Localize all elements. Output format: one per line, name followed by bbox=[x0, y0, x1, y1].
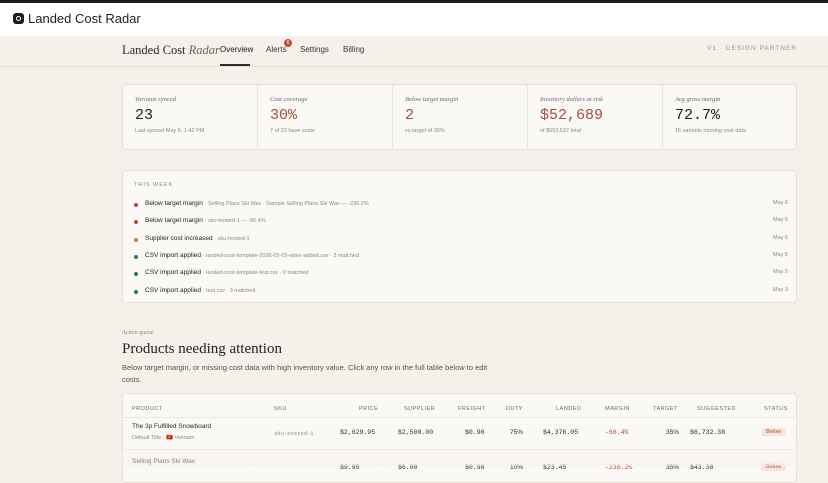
window-titlebar: Landed Cost Radar bbox=[0, 0, 828, 36]
activity-item[interactable]: Below target margin · sku-hosted-1 — -86… bbox=[134, 217, 788, 229]
column-header-supplier[interactable]: SUPPLIER bbox=[404, 406, 435, 412]
status-dot-icon bbox=[134, 238, 138, 242]
activity-text: CSV import applied · landed-cost-templat… bbox=[145, 252, 360, 259]
section-heading: THIS WEEK bbox=[134, 182, 174, 188]
column-header-sku[interactable]: SKU bbox=[274, 406, 287, 412]
sku-cell: sku-hosted-1 bbox=[274, 430, 314, 437]
activity-date: May 5 bbox=[773, 252, 788, 258]
window-title: Landed Cost Radar bbox=[28, 11, 141, 26]
status-dot-icon bbox=[134, 290, 138, 294]
stat-dollars-at-risk: Inventory dollars at risk $52,689 of $55… bbox=[527, 85, 662, 149]
tab-alerts[interactable]: Alerts bbox=[266, 45, 286, 54]
landed-cell: $4,376.05 bbox=[543, 429, 579, 436]
tab-settings[interactable]: Settings bbox=[300, 45, 329, 54]
activity-date: May 6 bbox=[773, 235, 788, 241]
stat-value: 30% bbox=[270, 107, 298, 124]
status-dot-icon bbox=[134, 272, 138, 276]
column-header-price[interactable]: PRICE bbox=[359, 406, 378, 412]
supplier-cell: $2,500.00 bbox=[398, 429, 434, 436]
activity-date: May 5 bbox=[773, 269, 788, 275]
section-kicker: Action queue bbox=[122, 330, 154, 336]
margin-cell: -66.4% bbox=[605, 429, 629, 436]
status-badge: Below bbox=[761, 428, 786, 436]
row-divider bbox=[123, 449, 795, 450]
freight-cell: $0.90 bbox=[465, 464, 485, 471]
price-cell: $9.95 bbox=[340, 464, 360, 471]
stat-label: Variants synced bbox=[135, 96, 176, 103]
tab-overview[interactable]: Overview bbox=[220, 45, 253, 54]
status-badge: Below bbox=[761, 463, 786, 471]
stat-value: 2 bbox=[405, 107, 415, 124]
product-name: The 3p Fulfilled Snowboard bbox=[132, 423, 212, 430]
column-header-status[interactable]: STATUS bbox=[764, 406, 788, 412]
section-title: Products needing attention bbox=[122, 341, 282, 357]
stat-value: 23 bbox=[135, 107, 154, 124]
main-nav: Landed Cost Radar Overview Alerts 6 Sett… bbox=[0, 36, 828, 66]
stat-variants-synced: Variants synced 23 Last synced May 6, 1:… bbox=[123, 85, 257, 149]
activity-item[interactable]: Below target margin · Selling Plans Ski … bbox=[134, 200, 788, 212]
stat-sub: of $553,537 total bbox=[540, 128, 581, 134]
duty-cell: 10% bbox=[510, 464, 524, 471]
product-variant: Default Title · 🇻🇳 Vietnam bbox=[132, 435, 195, 441]
column-header-freight[interactable]: FREIGHT bbox=[458, 406, 486, 412]
activity-item[interactable]: CSV import applied · landed-cost-templat… bbox=[134, 252, 788, 264]
brand-wordmark[interactable]: Landed Cost Radar bbox=[122, 43, 220, 58]
stat-sub: 16 variants missing cost data bbox=[675, 128, 746, 134]
column-header-landed[interactable]: LANDED bbox=[556, 406, 581, 412]
column-header-target[interactable]: TARGET bbox=[653, 406, 678, 412]
freight-cell: $0.90 bbox=[465, 429, 485, 436]
stat-value: $52,689 bbox=[540, 107, 604, 124]
nav-divider bbox=[0, 66, 828, 67]
activity-item[interactable]: CSV import applied · landed-cost-templat… bbox=[134, 269, 788, 281]
column-header-suggested[interactable]: SUGGESTED bbox=[697, 406, 736, 412]
activity-date: May 6 bbox=[773, 200, 788, 206]
activity-text: Below target margin · Selling Plans Ski … bbox=[145, 200, 369, 207]
status-dot-icon bbox=[134, 255, 138, 259]
activity-item[interactable]: CSV import applied · test.csv · 3 matche… bbox=[134, 287, 788, 299]
stat-sub: 7 of 23 have costs bbox=[270, 128, 315, 134]
activity-date: May 3 bbox=[773, 287, 788, 293]
stat-cost-coverage: Cost coverage 30% 7 of 23 have costs bbox=[257, 85, 392, 149]
stat-label: Cost coverage bbox=[270, 96, 308, 103]
column-header-product[interactable]: PRODUCT bbox=[132, 406, 163, 412]
stat-sub: vs target of 30% bbox=[405, 128, 445, 134]
stat-label: Below target margin bbox=[405, 96, 459, 103]
activity-text: Below target margin · sku-hosted-1 — -86… bbox=[145, 217, 266, 224]
supplier-cell: $6.00 bbox=[398, 464, 418, 471]
tab-billing[interactable]: Billing bbox=[343, 45, 364, 54]
status-dot-icon bbox=[134, 203, 138, 207]
suggested-cell: $43.38 bbox=[690, 464, 714, 471]
activity-text: Supplier cost increased · sku-hosted-1 bbox=[145, 235, 250, 242]
stat-label: Avg gross margin bbox=[675, 96, 721, 103]
stat-below-target: Below target margin 2 vs target of 30% bbox=[392, 85, 527, 149]
suggested-cell: $6,732.38 bbox=[690, 429, 726, 436]
header-divider bbox=[123, 417, 795, 418]
landed-cell: $23.45 bbox=[543, 464, 567, 471]
target-cell: 35% bbox=[666, 429, 680, 436]
attention-table: PRODUCT SKU PRICE SUPPLIER FREIGHT DUTY … bbox=[122, 393, 797, 483]
plan-label: V1 · DESIGN PARTNER bbox=[707, 45, 797, 52]
section-description: Below target margin, or missing cost dat… bbox=[122, 363, 488, 384]
price-cell: $2,629.95 bbox=[340, 429, 376, 436]
product-name: Selling Plans Ski Wax bbox=[132, 458, 195, 465]
margin-cell: -236.2% bbox=[605, 464, 633, 471]
duty-cell: 75% bbox=[510, 429, 524, 436]
column-header-duty[interactable]: DUTY bbox=[506, 406, 523, 412]
this-week-card: THIS WEEK Below target margin · Selling … bbox=[122, 170, 797, 303]
activity-item[interactable]: Supplier cost increased · sku-hosted-1 M… bbox=[134, 235, 788, 247]
app-logo-icon bbox=[13, 13, 24, 24]
stat-label: Inventory dollars at risk bbox=[540, 96, 604, 103]
stat-avg-margin: Avg gross margin 72.7% 16 variants missi… bbox=[662, 85, 796, 149]
activity-text: CSV import applied · test.csv · 3 matche… bbox=[145, 287, 256, 294]
stat-value: 72.7% bbox=[675, 107, 721, 124]
activity-text: CSV import applied · landed-cost-templat… bbox=[145, 269, 309, 276]
stat-sub: Last synced May 6, 1:42 PM bbox=[135, 128, 205, 134]
activity-date: May 6 bbox=[773, 217, 788, 223]
stats-card: Variants synced 23 Last synced May 6, 1:… bbox=[122, 84, 797, 150]
target-cell: 35% bbox=[666, 464, 680, 471]
column-header-margin[interactable]: MARGIN bbox=[605, 406, 630, 412]
status-dot-icon bbox=[134, 220, 138, 224]
alerts-count-badge: 6 bbox=[284, 39, 292, 47]
